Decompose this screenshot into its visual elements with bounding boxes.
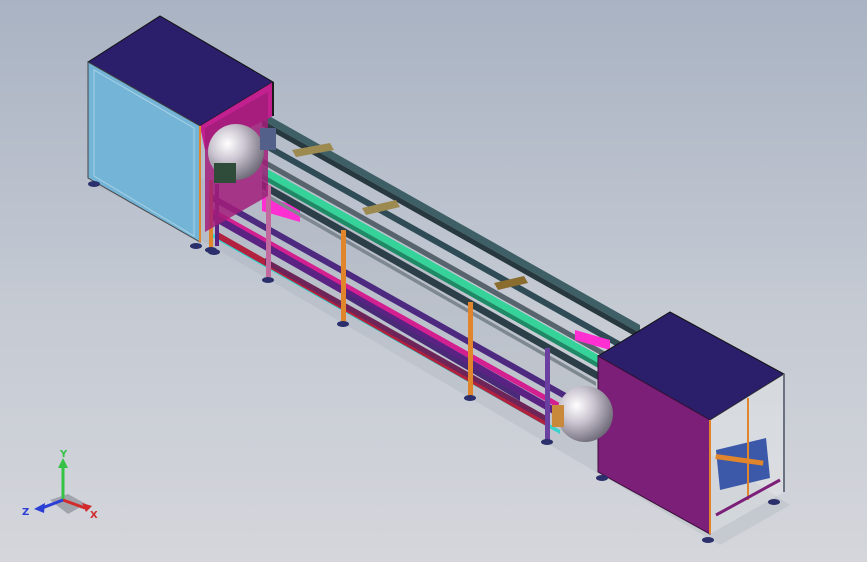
assembly-model[interactable] <box>0 0 867 562</box>
post-1-foot <box>262 277 274 283</box>
x-axis-label: X <box>90 510 98 521</box>
post-4 <box>545 348 550 440</box>
right-foot-c <box>596 475 608 481</box>
z-axis-arrow <box>34 503 45 513</box>
post-3 <box>468 302 473 396</box>
left-foot-c <box>208 249 220 255</box>
cad-viewport[interactable]: Y Z X <box>0 0 867 562</box>
orientation-triad: Y Z X <box>22 449 98 521</box>
post-4-foot <box>541 439 553 445</box>
post-3-foot <box>464 395 476 401</box>
right-drum <box>557 386 613 442</box>
left-motor <box>214 163 236 183</box>
post-1 <box>266 185 271 277</box>
z-axis-label: Z <box>22 507 29 518</box>
left-foot-b <box>190 243 202 249</box>
post-2-foot <box>337 321 349 327</box>
right-foot-a <box>702 537 714 543</box>
right-foot-b <box>768 499 780 505</box>
post-2 <box>341 230 346 322</box>
left-coupling <box>260 128 276 150</box>
y-axis-label: Y <box>59 449 68 460</box>
right-drum-bracket <box>552 405 564 427</box>
left-foot-a <box>88 181 100 187</box>
